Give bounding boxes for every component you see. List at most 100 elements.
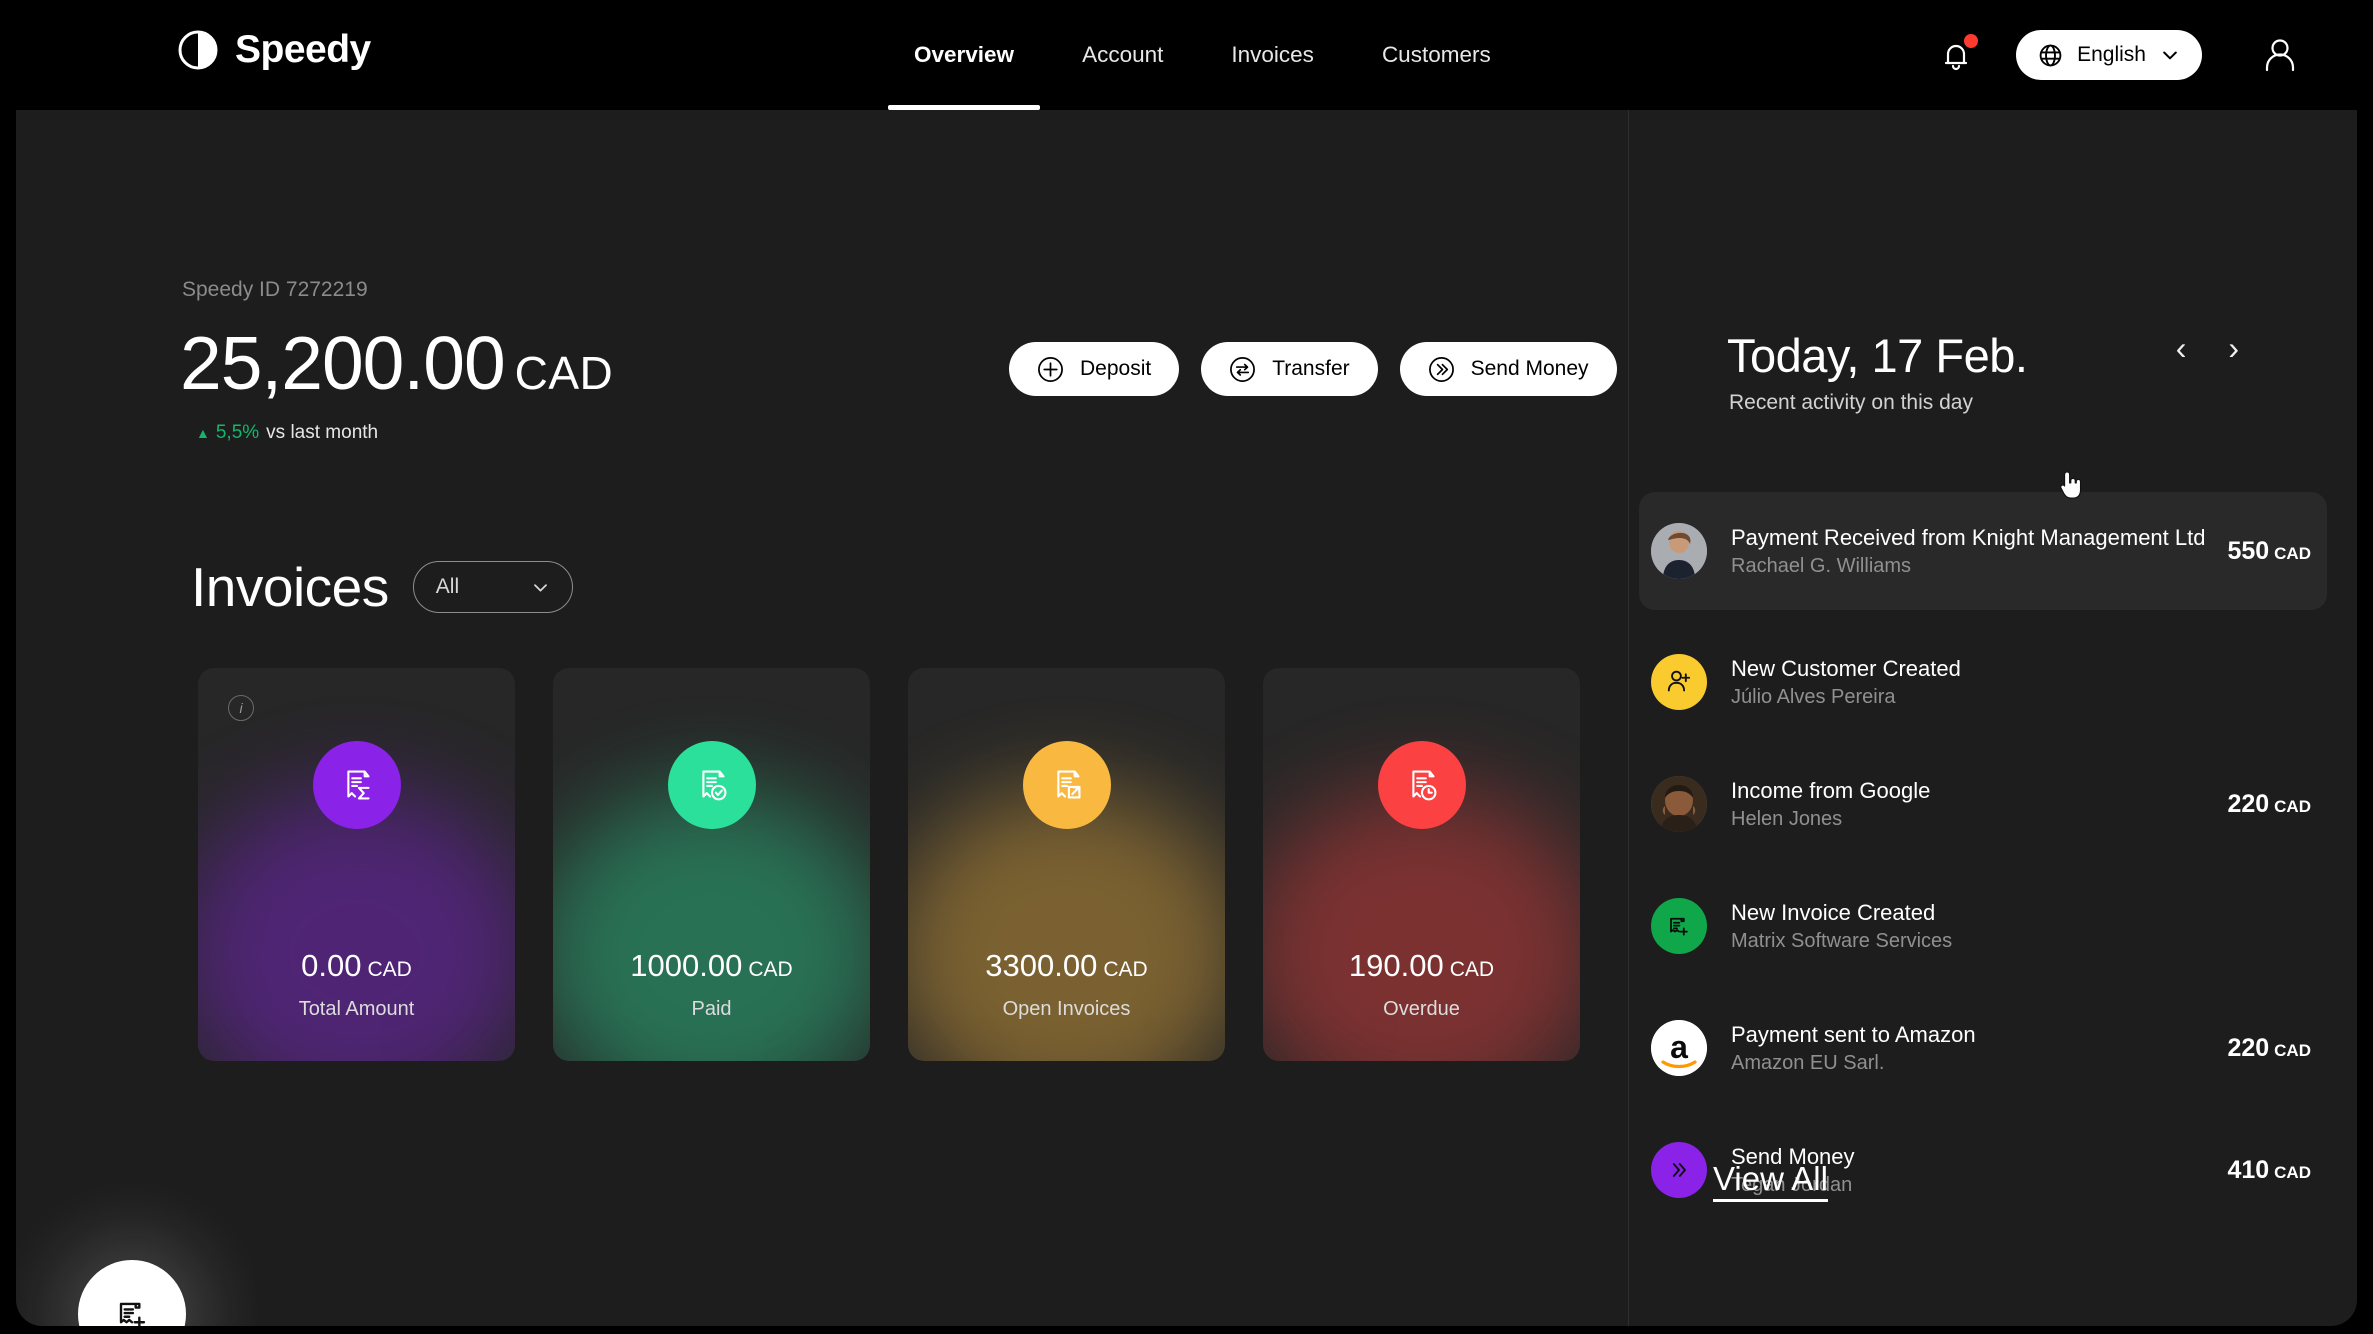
activity-amount: 550 CAD xyxy=(2227,537,2311,566)
header-actions: English xyxy=(1936,0,2373,110)
top-header: Speedy Overview Account Invoices Custome… xyxy=(0,0,2373,110)
activity-row[interactable]: New Invoice Created Matrix Software Serv… xyxy=(1639,876,2327,976)
app-root: Speedy Overview Account Invoices Custome… xyxy=(0,0,2373,1334)
activity-currency: CAD xyxy=(2274,1040,2311,1060)
activity-row[interactable]: Income from Google Helen Jones 220 CAD xyxy=(1639,754,2327,854)
profile-button[interactable] xyxy=(2257,32,2303,78)
date-nav: ‹ › xyxy=(2176,332,2239,364)
activity-panel: Today, 17 Feb. Recent activity on this d… xyxy=(1629,110,2357,1326)
invoices-header: Invoices All xyxy=(191,555,573,619)
activity-currency: CAD xyxy=(2274,1162,2311,1182)
card-label: Overdue xyxy=(1383,998,1460,1020)
invoice-check-icon xyxy=(667,741,756,829)
activity-amount: 410 CAD xyxy=(2227,1156,2311,1185)
user-icon xyxy=(2265,39,2295,72)
avatar xyxy=(1651,776,1707,832)
activity-subtitle: Júlio Alves Pereira xyxy=(1731,685,1896,708)
card-amount: 0.00 CAD xyxy=(198,948,515,984)
send-money-button[interactable]: Send Money xyxy=(1399,342,1617,396)
notification-dot xyxy=(1964,34,1979,48)
activity-panel-title: Today, 17 Feb. xyxy=(1727,329,2028,382)
card-currency: CAD xyxy=(1103,958,1148,981)
invoice-card-overdue[interactable]: 190.00 CAD Overdue xyxy=(1263,668,1580,1061)
activity-amount-value: 410 xyxy=(2227,1155,2270,1184)
nav-item-overview[interactable]: Overview xyxy=(880,0,1048,110)
activity-row[interactable]: a Payment sent to Amazon Amazon EU Sarl.… xyxy=(1639,998,2327,1098)
nav-item-customers[interactable]: Customers xyxy=(1348,0,1525,110)
trend-label: vs last month xyxy=(266,422,379,443)
invoice-sum-icon xyxy=(312,741,401,829)
card-amount: 1000.00 CAD xyxy=(553,948,870,984)
new-invoice-fab[interactable] xyxy=(78,1260,186,1326)
invoice-card-total-amount[interactable]: i 0.00 CAD Total Amount xyxy=(198,668,515,1061)
user-plus-icon xyxy=(1651,654,1707,710)
half-circle-logo-icon xyxy=(177,29,219,71)
card-amount-value: 1000.00 xyxy=(630,948,743,983)
activity-title: Payment sent to Amazon xyxy=(1731,1021,1976,1047)
activity-text: Payment sent to Amazon Amazon EU Sarl. xyxy=(1731,1021,2213,1076)
activity-text: Payment Received from Knight Management … xyxy=(1731,524,2213,579)
view-all-link[interactable]: View All xyxy=(1713,1160,1828,1198)
activity-text: Income from Google Helen Jones xyxy=(1731,777,2213,832)
activity-currency: CAD xyxy=(2274,543,2311,563)
invoice-filter-value: All xyxy=(435,575,460,598)
card-currency: CAD xyxy=(1449,958,1495,981)
activity-title: Payment Received from Knight Management … xyxy=(1731,524,2206,550)
card-currency: CAD xyxy=(748,958,793,981)
activity-subtitle: Amazon EU Sarl. xyxy=(1731,1051,1885,1074)
invoice-card-paid[interactable]: 1000.00 CAD Paid xyxy=(553,668,870,1061)
activity-amount-value: 220 xyxy=(2227,789,2270,818)
transfer-circle-icon xyxy=(1230,356,1256,382)
card-amount-value: 0.00 xyxy=(301,948,362,983)
invoice-filter-dropdown[interactable]: All xyxy=(412,561,573,613)
nav-item-invoices[interactable]: Invoices xyxy=(1197,0,1348,110)
prev-day-button[interactable]: ‹ xyxy=(2176,332,2187,364)
activity-text: New Invoice Created Matrix Software Serv… xyxy=(1731,899,2297,954)
card-label: Paid xyxy=(691,998,732,1020)
quick-actions: Deposit Transfer Send Money xyxy=(1009,342,1617,396)
main-nav: Overview Account Invoices Customers xyxy=(880,0,1525,110)
balance-amount: 25,200.00 CAD xyxy=(180,320,613,406)
invoice-plus-icon xyxy=(1651,898,1707,954)
new-invoice-icon xyxy=(119,1302,146,1326)
trend-up-icon: ▲ xyxy=(196,425,210,441)
info-icon[interactable]: i xyxy=(228,695,254,721)
activity-row[interactable]: New Customer Created Júlio Alves Pereira xyxy=(1639,632,2327,732)
invoice-clock-icon xyxy=(1377,741,1466,829)
activity-row[interactable]: Payment Received from Knight Management … xyxy=(1639,492,2327,610)
balance-value: 25,200.00 xyxy=(180,321,506,405)
deposit-button[interactable]: Deposit xyxy=(1009,342,1180,396)
transfer-button[interactable]: Transfer xyxy=(1201,342,1378,396)
plus-circle-icon xyxy=(1038,356,1063,382)
balance-trend: ▲ 5,5% vs last month xyxy=(196,422,378,444)
avatar xyxy=(1651,523,1707,579)
globe-icon xyxy=(2039,44,2062,66)
activity-amount-value: 220 xyxy=(2227,1033,2270,1062)
double-chevron-circle-icon xyxy=(1428,356,1454,382)
chevron-down-icon xyxy=(2163,51,2177,60)
brand[interactable]: Speedy xyxy=(177,28,371,72)
account-id: Speedy ID 7272219 xyxy=(182,278,368,301)
balance-currency: CAD xyxy=(514,347,614,399)
activity-amount: 220 CAD xyxy=(2227,1034,2311,1063)
nav-item-account[interactable]: Account xyxy=(1048,0,1197,110)
activity-subtitle: Rachael G. Williams xyxy=(1731,554,1912,577)
send-money-label: Send Money xyxy=(1470,357,1589,380)
chevron-down-icon xyxy=(533,583,547,592)
card-label: Open Invoices xyxy=(1002,998,1131,1020)
card-label: Total Amount xyxy=(298,998,415,1020)
card-amount: 190.00 CAD xyxy=(1263,948,1580,984)
notifications-button[interactable] xyxy=(1936,34,1979,75)
amazon-logo-icon: a xyxy=(1651,1020,1707,1076)
language-selector[interactable]: English xyxy=(2016,30,2202,80)
card-amount-value: 190.00 xyxy=(1348,948,1444,983)
invoice-external-icon xyxy=(1022,741,1111,829)
invoice-card-open-invoices[interactable]: 3300.00 CAD Open Invoices xyxy=(908,668,1225,1061)
card-amount: 3300.00 CAD xyxy=(908,948,1225,984)
invoice-summary-cards: i 0.00 CAD Total Amount 1000.00 CAD Paid… xyxy=(198,668,1580,1061)
main-column: Speedy ID 7272219 25,200.00 CAD ▲ 5,5% vs l… xyxy=(16,110,1628,1326)
activity-amount-value: 550 xyxy=(2227,536,2270,565)
activity-title: New Customer Created xyxy=(1731,655,1961,681)
next-day-button[interactable]: › xyxy=(2228,332,2239,364)
svg-text:a: a xyxy=(1670,1029,1688,1065)
